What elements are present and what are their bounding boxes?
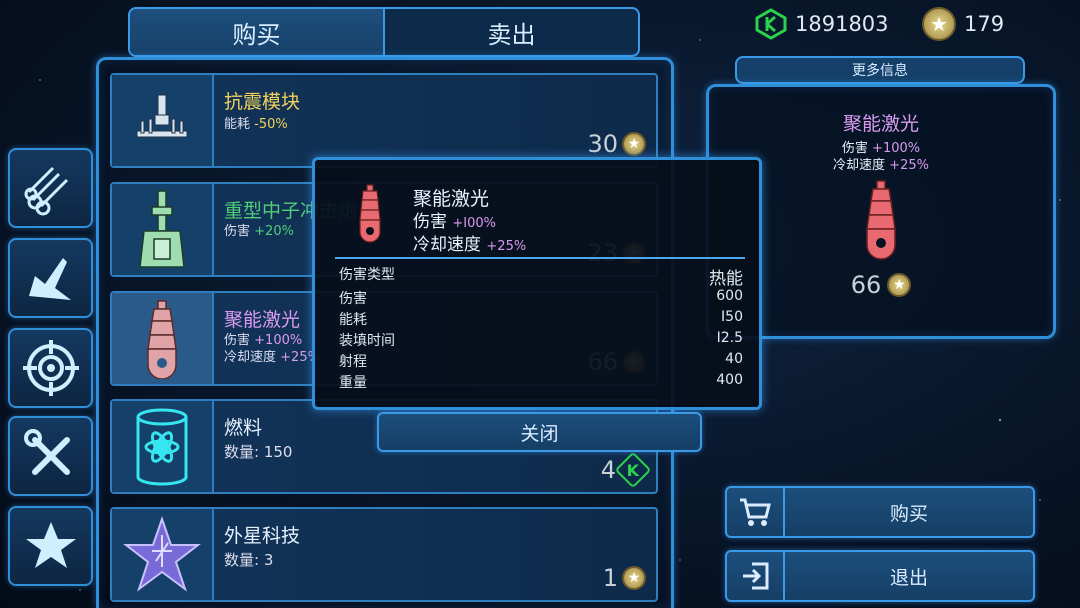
item-icon-box (112, 184, 214, 275)
item-price: 4 K (600, 451, 652, 489)
stat-label: 数量: (224, 443, 260, 461)
item-icon-box (112, 293, 214, 384)
credits-display: 1891803 (755, 6, 889, 42)
item-icon-box (112, 509, 214, 600)
stars-display: ★ 179 (922, 6, 1004, 42)
neutron-cannon-icon (139, 189, 185, 268)
exit-button[interactable]: 退出 (725, 550, 1035, 602)
row-label: 装填时间 (339, 333, 395, 349)
exit-button-label: 退出 (889, 566, 928, 589)
price-value: 4 (600, 456, 616, 484)
popup-row-reload: 装填时间 I2.5 (339, 330, 743, 350)
stat-value: +25% (486, 239, 527, 254)
popup-divider (335, 257, 745, 259)
row-value: 热能 (709, 269, 743, 289)
item-name: 聚能激光 (224, 309, 301, 331)
stat-value: +25% (889, 158, 929, 173)
focus-laser-icon (359, 184, 381, 243)
item-icon-box (112, 75, 214, 166)
row-label: 射程 (339, 354, 367, 370)
pipes-icon (24, 166, 68, 216)
tab-buy[interactable]: 购买 (130, 9, 385, 55)
row-value: I50 (721, 309, 743, 325)
stat-label: 冷却速度 (413, 235, 481, 255)
focus-laser-icon (147, 299, 177, 379)
star-coin-icon: ★ (887, 273, 912, 297)
credits-value: 1891803 (795, 12, 889, 36)
sidebar-pipes[interactable] (8, 148, 93, 228)
row-label: 能耗 (339, 312, 367, 328)
stat-value: 150 (263, 443, 293, 461)
list-item-alien-tech[interactable]: 外星科技 数量: 3 1 ★ (110, 507, 658, 602)
stat-label: 冷却速度 (224, 350, 277, 365)
buy-button[interactable]: 购买 (725, 486, 1035, 538)
star-coin-icon: ★ (922, 7, 956, 41)
fuel-barrel-icon (136, 408, 188, 485)
popup-row-energy: 能耗 I50 (339, 309, 743, 329)
star-coin-icon: ★ (622, 566, 646, 590)
row-value: 400 (716, 372, 743, 388)
sidebar-engine[interactable] (8, 238, 93, 318)
tab-sell[interactable]: 卖出 (385, 9, 638, 55)
stat-value: -50% (254, 117, 288, 132)
stat-label: 能耗 (224, 117, 251, 132)
popup-row-damage: 伤害 600 (339, 288, 743, 308)
row-label: 重量 (339, 375, 367, 391)
item-stat: 数量: 3 (224, 549, 273, 570)
item-detail-popup: 聚能激光 伤害 +I00% 冷却速度 +25% 伤害类型 热能 伤害 600 能… (312, 157, 762, 410)
row-value: 40 (725, 351, 743, 367)
popup-stat-1: 伤害 +I00% (413, 207, 496, 232)
cart-icon (727, 488, 785, 536)
star-icon (25, 522, 76, 568)
sidebar-star[interactable] (8, 506, 93, 586)
stat-value: +20% (254, 224, 294, 239)
item-name: 外星科技 (224, 525, 301, 547)
price-value: 1 (602, 564, 618, 592)
focus-laser-icon (866, 180, 896, 260)
price-value: 30 (587, 130, 618, 158)
popup-stat-2: 冷却速度 +25% (413, 230, 526, 255)
tools-icon (23, 429, 70, 475)
item-name: 抗震模块 (224, 91, 301, 113)
shock-module-icon (136, 94, 188, 137)
item-price: 30 ★ (587, 130, 646, 158)
alien-tech-star-icon (123, 515, 201, 592)
item-icon-box (112, 401, 214, 492)
credit-gem-icon (755, 8, 787, 40)
stat-value: +I00% (452, 216, 497, 231)
more-info-header: 更多信息 (735, 56, 1025, 84)
stat-label: 伤害 (413, 212, 447, 232)
item-stat: 伤害 +20% (224, 220, 294, 239)
stat-label: 冷却速度 (833, 158, 886, 173)
stars-value: 179 (964, 12, 1005, 36)
stat-value: 3 (263, 551, 274, 569)
exit-icon (727, 552, 785, 600)
gem-icon: K (614, 451, 652, 489)
buy-sell-tabs: 购买 卖出 (128, 7, 640, 57)
star-coin-icon: ★ (622, 132, 646, 156)
popup-row-range: 射程 40 (339, 351, 743, 371)
row-label: 伤害类型 (339, 267, 395, 283)
item-price: 1 ★ (603, 564, 646, 592)
item-stat: 数量: 150 (224, 441, 292, 462)
close-button[interactable]: 关闭 (377, 412, 702, 452)
stat-label: 伤害 (224, 224, 251, 239)
buy-button-label: 购买 (889, 502, 928, 525)
list-item-shock-module[interactable]: 抗震模块 能耗 -50% 30 ★ (110, 73, 658, 168)
popup-row-damage-type: 伤害类型 热能 (339, 264, 743, 289)
stat-label: 数量: (224, 551, 260, 569)
price-value: 66 (850, 271, 882, 299)
row-value: I2.5 (716, 330, 743, 346)
sidebar-tools[interactable] (8, 416, 93, 496)
item-stat: 能耗 -50% (224, 113, 288, 132)
popup-row-weight: 重量 400 (339, 372, 743, 392)
info-item-name: 聚能激光 (842, 113, 919, 135)
sidebar-target[interactable] (8, 328, 93, 408)
row-label: 伤害 (339, 291, 367, 307)
engine-icon (28, 258, 71, 300)
item-name: 燃料 (224, 417, 263, 439)
item-stat: 冷却速度 +25% (224, 346, 320, 365)
row-value: 600 (716, 288, 743, 304)
crosshair-icon (22, 340, 79, 396)
